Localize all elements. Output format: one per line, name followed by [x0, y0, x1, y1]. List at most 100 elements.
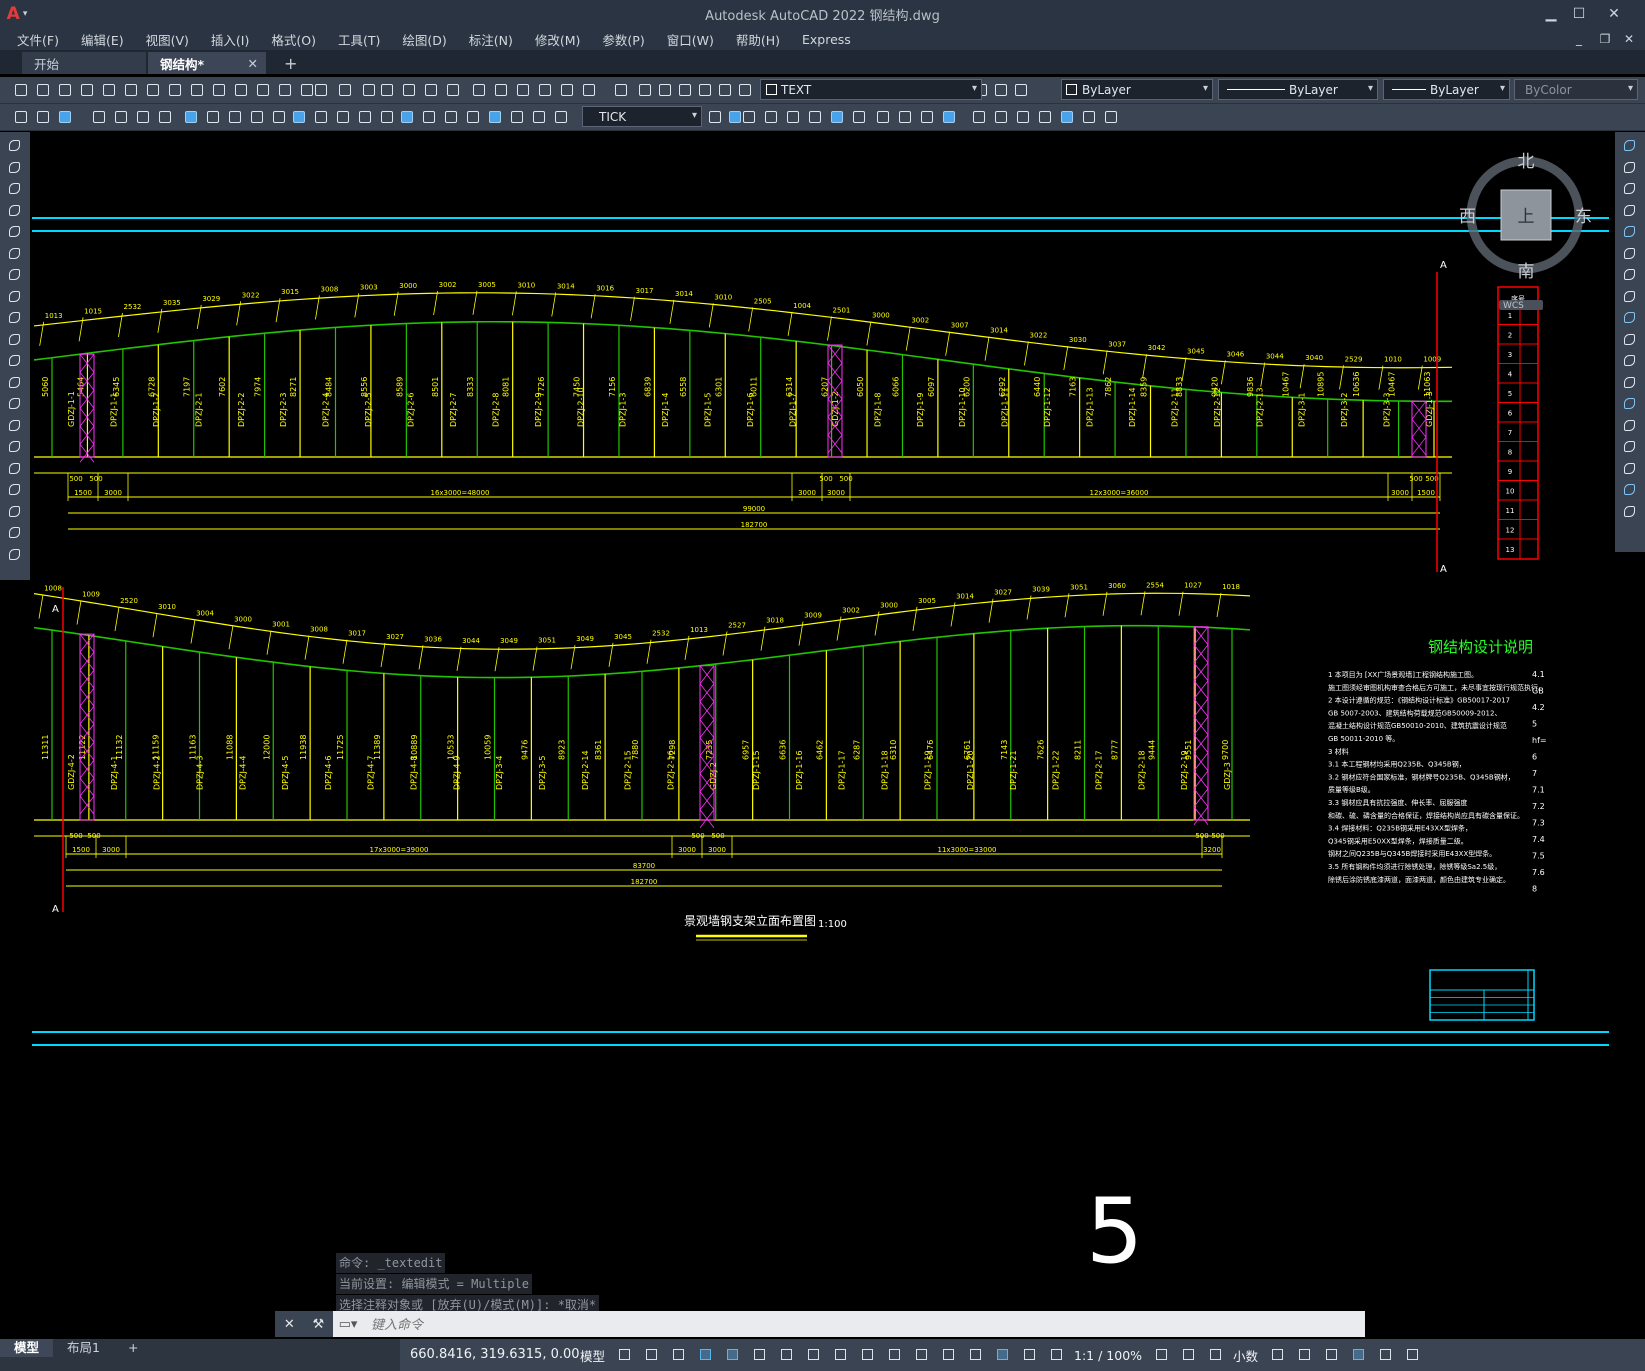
- cut-icon[interactable]: [144, 81, 162, 99]
- layer-combo[interactable]: TEXT ▾: [760, 79, 982, 100]
- print-icon[interactable]: [78, 81, 96, 99]
- dynamic-input-icon[interactable]: [696, 1345, 716, 1365]
- viewcube-top-face[interactable]: 上: [1518, 207, 1535, 227]
- viewcube-east[interactable]: 东: [1575, 207, 1592, 227]
- drawing-canvas[interactable]: 5060 5464 6345 6728 7197 7602 7974 8271 8484 8556…: [32, 132, 1609, 1339]
- isolate-objects-icon[interactable]: [1322, 1345, 1342, 1365]
- pan-icon[interactable]: [676, 81, 694, 99]
- center-mark-icon[interactable]: [940, 108, 958, 126]
- circle-icon[interactable]: [7, 267, 23, 283]
- doc-close-icon[interactable]: ✕: [1616, 25, 1642, 53]
- dim-aligned-icon[interactable]: [1014, 108, 1032, 126]
- match-icon[interactable]: [612, 81, 630, 99]
- print-icon[interactable]: [470, 81, 488, 99]
- viewcube-north[interactable]: 北: [1518, 152, 1535, 172]
- menu-help[interactable]: 帮助(H): [725, 30, 791, 49]
- fullscreen-icon[interactable]: [1376, 1345, 1396, 1365]
- autocad-logo-icon[interactable]: A ▾: [0, 0, 34, 28]
- cut-icon[interactable]: [536, 81, 554, 99]
- plus-icon[interactable]: [1179, 1345, 1199, 1365]
- osnap-icon[interactable]: [831, 1345, 851, 1365]
- infer-icon[interactable]: [669, 1345, 689, 1365]
- join-icon[interactable]: [1622, 418, 1638, 434]
- copy-icon[interactable]: [166, 81, 184, 99]
- menu-dimension[interactable]: 标注(N): [458, 30, 524, 49]
- save-icon[interactable]: [444, 81, 462, 99]
- dim-linear-icon[interactable]: [12, 108, 30, 126]
- pan-icon[interactable]: [276, 81, 294, 99]
- rectangle-icon[interactable]: [7, 224, 23, 240]
- dim-arc-icon[interactable]: [56, 108, 74, 126]
- pline-icon[interactable]: [7, 181, 23, 197]
- chamfer-icon[interactable]: [1622, 439, 1638, 455]
- plotstyle-combo[interactable]: ByColor ▾: [1514, 79, 1638, 100]
- menu-file[interactable]: 文件(F): [6, 30, 70, 49]
- otrack-icon[interactable]: [804, 1345, 824, 1365]
- erase-icon[interactable]: [1622, 138, 1638, 154]
- quick-properties-icon[interactable]: [1268, 1345, 1288, 1365]
- grid-icon[interactable]: [615, 1345, 635, 1365]
- annotation-visibility-icon[interactable]: [993, 1345, 1013, 1365]
- blend-icon[interactable]: [1622, 482, 1638, 498]
- tab-drawing[interactable]: 钢结构* ✕: [148, 52, 266, 74]
- center-mark-icon[interactable]: [270, 108, 288, 126]
- viewcube[interactable]: 上 北 南 西 东 WCS: [1455, 150, 1605, 311]
- open-icon[interactable]: [34, 81, 52, 99]
- extend-icon[interactable]: [1622, 353, 1638, 369]
- save-icon[interactable]: [56, 81, 74, 99]
- copy-icon[interactable]: [1622, 160, 1638, 176]
- menu-tools[interactable]: 工具(T): [327, 30, 391, 49]
- dim-edit-icon[interactable]: [552, 108, 570, 126]
- gizmo-icon[interactable]: [966, 1345, 986, 1365]
- insert-block-icon[interactable]: [7, 375, 23, 391]
- command-prompt-icon[interactable]: ▭▾: [333, 1317, 363, 1332]
- close-icon[interactable]: ✕: [1594, 0, 1634, 28]
- hardware-acceleration-icon[interactable]: [1206, 1345, 1226, 1365]
- new-tab-button[interactable]: +: [276, 52, 302, 74]
- hatch-icon[interactable]: [7, 439, 23, 455]
- tab-model[interactable]: 模型: [0, 1339, 54, 1357]
- dim-ordinate-icon[interactable]: [1058, 108, 1076, 126]
- polar-icon[interactable]: [750, 1345, 770, 1365]
- dim-arc-icon[interactable]: [740, 108, 758, 126]
- dim-ordinate-icon[interactable]: [762, 108, 780, 126]
- model-space-button[interactable]: 模型: [580, 1346, 605, 1365]
- autoscale-icon[interactable]: [1020, 1345, 1040, 1365]
- dim-arc-icon[interactable]: [356, 108, 374, 126]
- undo-icon[interactable]: [636, 81, 654, 99]
- dim-ordinate-icon[interactable]: [378, 108, 396, 126]
- new-icon[interactable]: [992, 81, 1010, 99]
- qdim-icon[interactable]: [850, 108, 868, 126]
- menu-parametric[interactable]: 参数(P): [591, 30, 655, 49]
- polygon-icon[interactable]: [7, 203, 23, 219]
- dim-diameter-icon[interactable]: [420, 108, 438, 126]
- break-point-icon[interactable]: [1622, 375, 1638, 391]
- close-icon[interactable]: ✕: [284, 1317, 295, 1332]
- menu-express[interactable]: Express: [791, 32, 862, 47]
- gradient-icon[interactable]: [7, 461, 23, 477]
- dim-diameter-icon[interactable]: [806, 108, 824, 126]
- make-block-icon[interactable]: [7, 396, 23, 412]
- menu-window[interactable]: 窗口(W): [656, 30, 725, 49]
- open-icon[interactable]: [422, 81, 440, 99]
- transparency-icon[interactable]: [885, 1345, 905, 1365]
- command-input[interactable]: [363, 1315, 1365, 1333]
- tab-start[interactable]: 开始: [22, 52, 146, 74]
- dim-ordinate-icon[interactable]: [90, 108, 108, 126]
- customize-icon[interactable]: [1403, 1345, 1423, 1365]
- region-icon[interactable]: [7, 482, 23, 498]
- dim-diameter-icon[interactable]: [134, 108, 152, 126]
- annotation-scale-icon[interactable]: [1047, 1345, 1067, 1365]
- properties-icon[interactable]: [716, 81, 734, 99]
- add-layout-button[interactable]: +: [114, 1339, 152, 1357]
- paste-icon[interactable]: [188, 81, 206, 99]
- selection-cycling-icon[interactable]: [912, 1345, 932, 1365]
- continue-icon[interactable]: [226, 108, 244, 126]
- zoom-icon[interactable]: [696, 81, 714, 99]
- publish-icon[interactable]: [514, 81, 532, 99]
- menu-format[interactable]: 格式(O): [260, 30, 327, 49]
- dim-arc-icon[interactable]: [1036, 108, 1054, 126]
- ellipse-arc-icon[interactable]: [7, 353, 23, 369]
- dim-radius-icon[interactable]: [1080, 108, 1098, 126]
- doc-minimize-icon[interactable]: _: [1566, 25, 1592, 53]
